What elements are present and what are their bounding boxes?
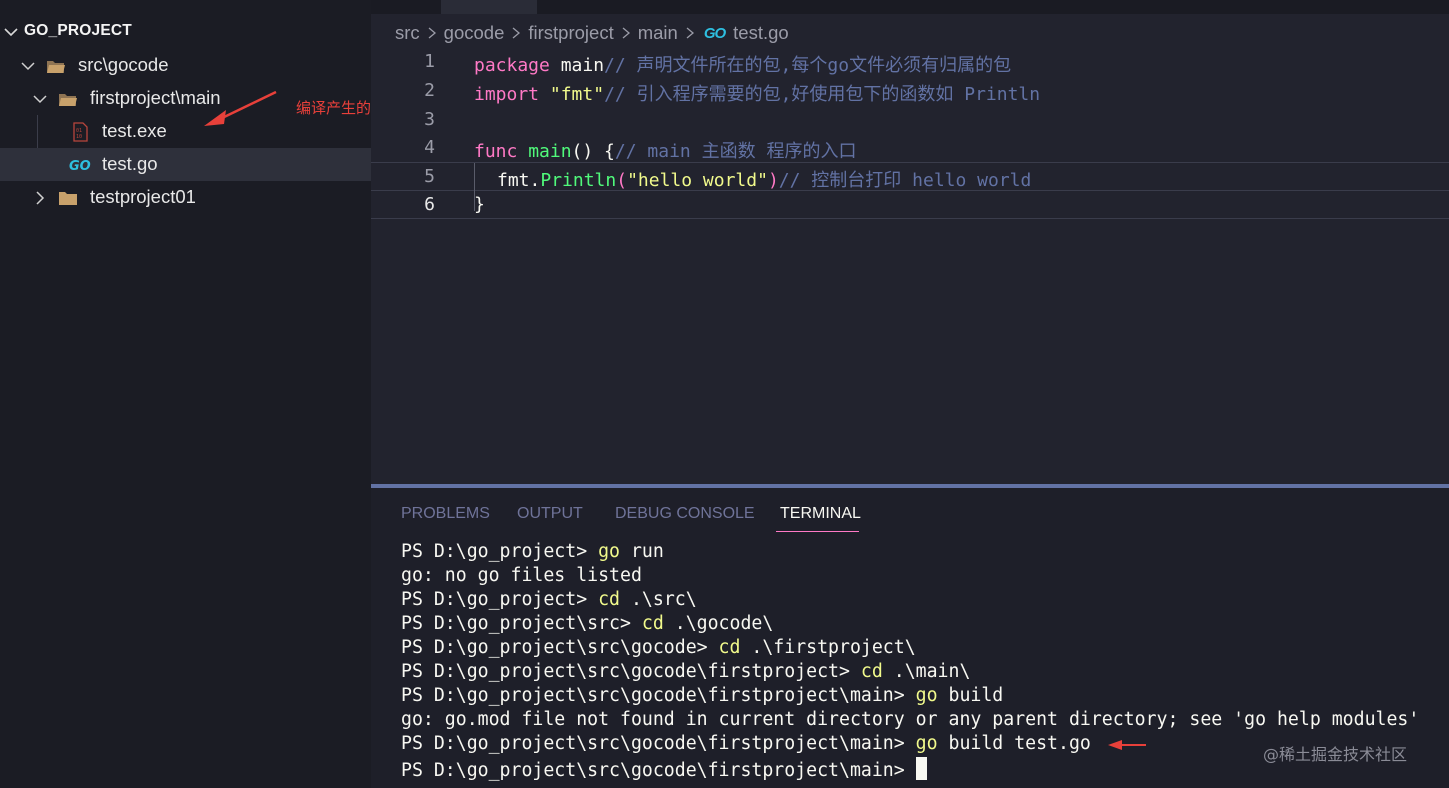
tree-item-src-gocode[interactable]: src\gocode: [0, 49, 371, 82]
terminal-line: PS D:\go_project\src\gocode\firstproject…: [401, 685, 1004, 706]
tree-item-label: test.exe: [102, 120, 167, 141]
editor-area[interactable]: src gocode firstproject main GO test.go …: [371, 0, 1449, 484]
explorer-sidebar: GO_PROJECT src\gocode firstproject\main …: [0, 0, 401, 788]
tab-output[interactable]: OUTPUT: [517, 505, 583, 523]
tree-item-testproject01[interactable]: testproject01: [0, 181, 371, 214]
go-file-icon: GO: [69, 159, 91, 174]
terminal-cursor: [915, 757, 927, 780]
folder-icon: [59, 192, 77, 205]
annotation-arrow: [204, 90, 277, 126]
explorer-section-header[interactable]: GO_PROJECT: [0, 18, 371, 46]
terminal-line: PS D:\go_project\src\gocode\firstproject…: [401, 661, 971, 682]
active-editor-tab[interactable]: [441, 0, 537, 14]
code-text: func main() {// main 主函数 程序的入口: [474, 141, 857, 162]
line-number: 2: [424, 80, 435, 101]
chevron-right-icon: [36, 191, 45, 205]
chevron-down-icon: [4, 28, 18, 37]
annotation-arrow: [1108, 740, 1146, 750]
breadcrumb: src gocode firstproject main GO test.go: [395, 20, 789, 46]
chevron-down-icon: [33, 95, 47, 104]
breadcrumb-item[interactable]: gocode: [444, 22, 505, 44]
tab-terminal[interactable]: TERMINAL: [780, 505, 861, 523]
editor-tab-strip: [371, 0, 1449, 14]
terminal-prompt-line[interactable]: PS D:\go_project\src\gocode\firstproject…: [401, 757, 927, 781]
go-file-icon: GO: [703, 24, 726, 42]
active-tab-indicator: [776, 531, 859, 532]
chevron-right-icon: [686, 27, 694, 39]
binary-file-icon: 0110: [73, 122, 88, 142]
tree-item-label: testproject01: [90, 186, 196, 207]
code-line[interactable]: 2 import "fmt"// 引入程序需要的包,好使用包下的函数如 Prin…: [371, 77, 1449, 106]
svg-text:10: 10: [76, 134, 82, 140]
svg-text:GO: GO: [69, 159, 91, 174]
terminal-line: PS D:\go_project> go run: [401, 541, 664, 562]
chevron-down-icon: [21, 62, 35, 71]
tree-item-label: test.go: [102, 153, 158, 174]
indent-guide: [474, 163, 475, 211]
line-number: 6: [424, 194, 435, 215]
explorer-title: GO_PROJECT: [24, 22, 132, 39]
terminal-line: go: no go files listed: [401, 565, 642, 586]
line-number: 1: [424, 51, 435, 72]
chevron-right-icon: [622, 27, 630, 39]
code-text: fmt.Println("hello world")// 控制台打印 hello…: [497, 170, 1032, 191]
bottom-panel: PROBLEMS OUTPUT DEBUG CONSOLE TERMINAL P…: [371, 488, 1449, 788]
terminal-line: go: go.mod file not found in current dir…: [401, 709, 1420, 730]
watermark: @稀土掘金技术社区: [1263, 745, 1408, 764]
line-number: 5: [424, 166, 435, 187]
breadcrumb-item[interactable]: main: [638, 22, 678, 44]
line-number: 4: [424, 137, 435, 158]
code-line-current[interactable]: 5 fmt.Println("hello world")// 控制台打印 hel…: [371, 162, 1449, 191]
terminal-line: PS D:\go_project\src> cd .\gocode\: [401, 613, 774, 634]
terminal-line: PS D:\go_project\src\gocode> cd .\firstp…: [401, 637, 916, 658]
terminal-line: PS D:\go_project> cd .\src\: [401, 589, 697, 610]
breadcrumb-item[interactable]: src: [395, 22, 420, 44]
code-line[interactable]: 1 package main// 声明文件所在的包,每个go文件必须有归属的包: [371, 48, 1449, 77]
tab-debug-console[interactable]: DEBUG CONSOLE: [615, 505, 755, 523]
tab-problems[interactable]: PROBLEMS: [401, 505, 490, 523]
folder-open-icon: [59, 94, 77, 106]
tree-item-test-go[interactable]: GO test.go: [0, 148, 371, 181]
code-text: package main// 声明文件所在的包,每个go文件必须有归属的包: [474, 55, 1012, 76]
breadcrumb-item[interactable]: test.go: [733, 22, 789, 44]
breadcrumb-item[interactable]: firstproject: [528, 22, 613, 44]
chevron-right-icon: [512, 27, 521, 39]
tree-item-test-exe[interactable]: 01 10 test.exe: [0, 115, 371, 148]
chevron-right-icon: [428, 27, 436, 39]
code-text: }: [474, 194, 485, 215]
line-number: 3: [424, 109, 435, 130]
terminal-line: PS D:\go_project\src\gocode\firstproject…: [401, 733, 1091, 754]
code-line[interactable]: 3: [371, 106, 1449, 135]
folder-open-icon: [47, 61, 65, 73]
tree-item-label: src\gocode: [78, 54, 169, 75]
code-line[interactable]: 4 func main() {// main 主函数 程序的入口: [371, 134, 1449, 163]
code-line-current[interactable]: 6 }: [371, 190, 1449, 219]
code-text: import "fmt"// 引入程序需要的包,好使用包下的函数如 Printl…: [474, 84, 1041, 105]
